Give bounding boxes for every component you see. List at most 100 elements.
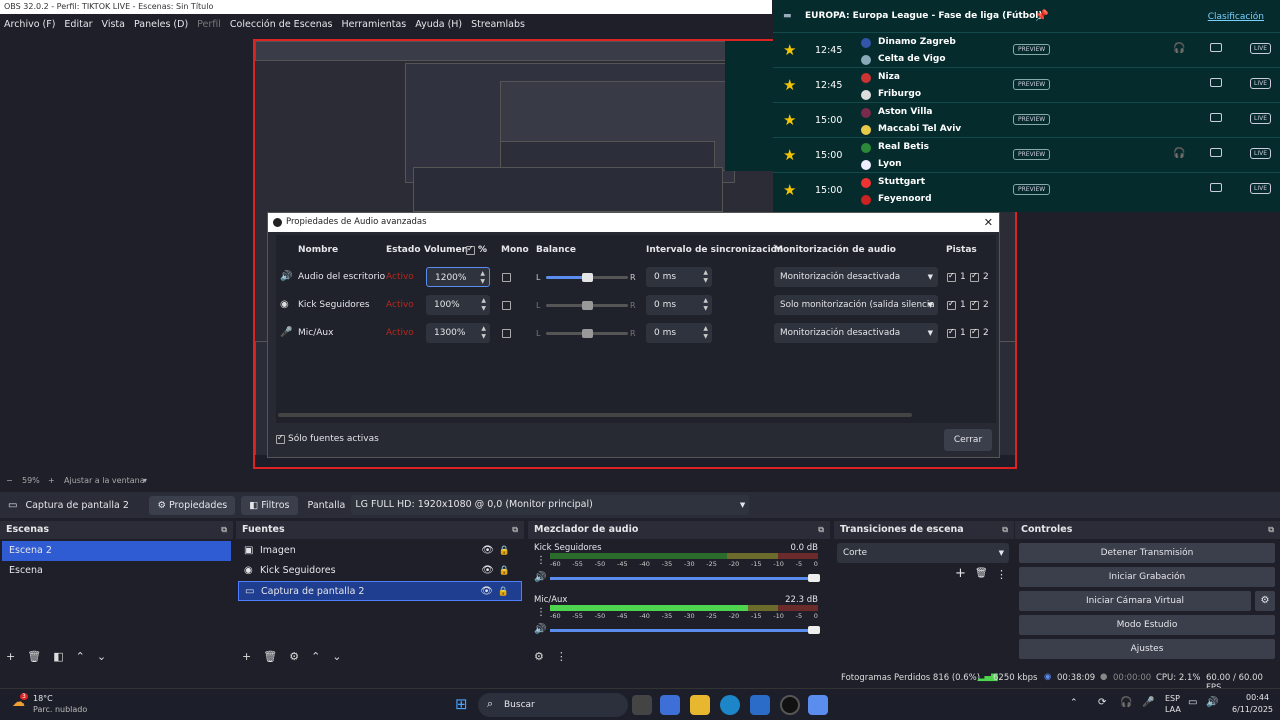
speaker-icon[interactable]: 🔊 [534, 572, 546, 583]
source-item[interactable]: ▭ Captura de pantalla 2 👁 🔒 [238, 581, 522, 601]
star-icon[interactable]: ★ [783, 111, 796, 129]
trash-icon[interactable]: 🗑 [975, 568, 988, 579]
undock-icon[interactable]: ⧉ [818, 521, 824, 539]
track-1-checkbox[interactable] [947, 271, 956, 282]
tray-icon[interactable]: ⟳ [1098, 697, 1106, 708]
spin-arrows-icon[interactable]: ▲ ▼ [481, 297, 486, 313]
trash-icon[interactable]: 🗑 [27, 650, 41, 663]
advanced-audio-icon[interactable]: ⚙ [534, 650, 544, 663]
gear-icon[interactable]: ⚙ [1255, 591, 1275, 611]
search-box[interactable]: ⌕ Buscar [478, 693, 628, 717]
spin-arrows-icon[interactable]: ▲ ▼ [481, 325, 486, 341]
eye-icon[interactable]: 👁 [480, 582, 493, 602]
track-2-checkbox[interactable] [970, 271, 979, 282]
language-top[interactable]: ESP [1165, 694, 1180, 703]
slider-knob[interactable] [808, 574, 820, 582]
slider-knob[interactable] [808, 626, 820, 634]
fit-window-label[interactable]: Ajustar a la ventana [64, 474, 145, 488]
balance-slider[interactable] [546, 301, 628, 310]
spin-arrows-icon[interactable]: ▲ ▼ [480, 270, 485, 286]
start-recording-button[interactable]: Iniciar Grabación [1019, 567, 1275, 587]
trash-icon[interactable]: 🗑 [263, 650, 277, 663]
sync-offset-spinbox[interactable]: 0 ms ▲ ▼ [646, 323, 712, 343]
chevron-up-icon[interactable]: ⌃ [76, 650, 85, 663]
language-bottom[interactable]: LAA [1165, 705, 1181, 714]
star-icon[interactable]: ★ [783, 41, 796, 59]
live-button[interactable]: LIVE [1250, 183, 1272, 194]
display-select[interactable]: LG FULL HD: 1920x1080 @ 0,0 (Monitor pri… [351, 495, 750, 515]
headphones-icon[interactable]: 🎧 [1173, 148, 1185, 159]
preview-button[interactable]: PREVIEW [1013, 184, 1051, 195]
network-icon[interactable]: ▭ [1188, 697, 1197, 708]
star-icon[interactable]: ★ [783, 146, 796, 164]
track-1-checkbox[interactable] [947, 299, 956, 310]
microphone-icon[interactable]: 🎤 [1142, 697, 1154, 708]
filter-icon[interactable]: ◧ [53, 650, 63, 663]
add-icon[interactable]: + [242, 650, 251, 663]
source-item[interactable]: ▣ Imagen 👁 🔒 [238, 541, 522, 561]
star-icon[interactable]: ★ [783, 76, 796, 94]
volume-spinbox[interactable]: 100% ▲ ▼ [426, 295, 490, 315]
horizontal-scrollbar[interactable] [278, 413, 912, 417]
pin-icon[interactable]: 📌 [1035, 9, 1049, 22]
app-icon[interactable] [808, 695, 828, 715]
tv-icon[interactable] [1210, 78, 1222, 87]
close-icon[interactable]: ✕ [984, 213, 993, 232]
more-options-icon[interactable]: ⋮ [536, 607, 546, 618]
sync-offset-spinbox[interactable]: 0 ms ▲ ▼ [646, 267, 712, 287]
undock-icon[interactable]: ⧉ [512, 521, 518, 539]
tv-icon[interactable] [1210, 43, 1222, 52]
menu-streamlabs[interactable]: Streamlabs [471, 19, 525, 30]
more-options-icon[interactable]: ⋮ [996, 568, 1007, 581]
menu-ayuda[interactable]: Ayuda (H) [415, 19, 462, 30]
only-active-checkbox[interactable] [276, 433, 285, 444]
add-icon[interactable]: + [955, 566, 966, 581]
zoom-in-icon[interactable]: + [48, 474, 55, 488]
eye-icon[interactable]: 👁 [481, 541, 494, 561]
preview-button[interactable]: PREVIEW [1013, 44, 1051, 55]
chevron-up-icon[interactable]: ⌃ [311, 650, 320, 663]
scene-item[interactable]: Escena 2 [2, 541, 231, 561]
store-icon[interactable] [750, 695, 770, 715]
live-button[interactable]: LIVE [1250, 113, 1272, 124]
gear-icon[interactable]: ⚙ [289, 650, 299, 663]
file-explorer-icon[interactable] [690, 695, 710, 715]
menu-paneles[interactable]: Paneles (D) [134, 19, 188, 30]
more-options-icon[interactable]: ⋮ [536, 555, 546, 566]
menu-coleccion[interactable]: Colección de Escenas [230, 19, 333, 30]
monitoring-select[interactable]: Monitorización desactivada ▼ [774, 267, 938, 287]
live-button[interactable]: LIVE [1250, 43, 1272, 54]
properties-button[interactable]: ⚙ Propiedades [149, 495, 236, 515]
stop-stream-button[interactable]: Detener Transmisión [1019, 543, 1275, 563]
volume-spinbox[interactable]: 1300% ▲ ▼ [426, 323, 490, 343]
menu-editar[interactable]: Editar [64, 19, 92, 30]
add-icon[interactable]: + [6, 650, 15, 663]
track-2-checkbox[interactable] [970, 327, 979, 338]
spin-arrows-icon[interactable]: ▲ ▼ [703, 269, 708, 285]
chevron-down-icon[interactable]: ▾ [143, 474, 147, 488]
obs-icon[interactable] [780, 695, 800, 715]
headphones-icon[interactable]: 🎧 [1120, 697, 1132, 708]
eye-icon[interactable]: 👁 [481, 561, 494, 581]
preview-button[interactable]: PREVIEW [1013, 79, 1051, 90]
match-row[interactable]: ★ 12:45 Dinamo Zagreb Celta de Vigo PREV… [773, 32, 1280, 67]
track-2-checkbox[interactable] [970, 299, 979, 310]
copilot-icon[interactable] [660, 695, 680, 715]
more-options-icon[interactable]: ⋮ [556, 650, 567, 663]
slider-knob[interactable] [582, 301, 593, 310]
menu-archivo[interactable]: Archivo (F) [4, 19, 55, 30]
studio-mode-button[interactable]: Modo Estudio [1019, 615, 1275, 635]
headphones-icon[interactable]: 🎧 [1173, 43, 1185, 54]
lock-icon[interactable]: 🔒 [499, 561, 510, 581]
slider-knob[interactable] [582, 329, 593, 338]
zoom-out-icon[interactable]: − [6, 474, 13, 488]
transition-select[interactable]: Corte ▼ [837, 543, 1009, 563]
monitoring-select[interactable]: Monitorización desactivada ▼ [774, 323, 938, 343]
undock-icon[interactable]: ⧉ [221, 521, 227, 539]
match-row[interactable]: ★ 15:00 Real Betis Lyon PREVIEW 🎧 LIVE [773, 137, 1280, 172]
undock-icon[interactable]: ⧉ [1268, 521, 1274, 539]
balance-slider[interactable] [546, 273, 628, 282]
volume-icon[interactable]: 🔊 [1206, 697, 1218, 708]
monitoring-select[interactable]: Solo monitorización (salida silencia ▼ [774, 295, 938, 315]
menu-herramientas[interactable]: Herramientas [342, 19, 407, 30]
